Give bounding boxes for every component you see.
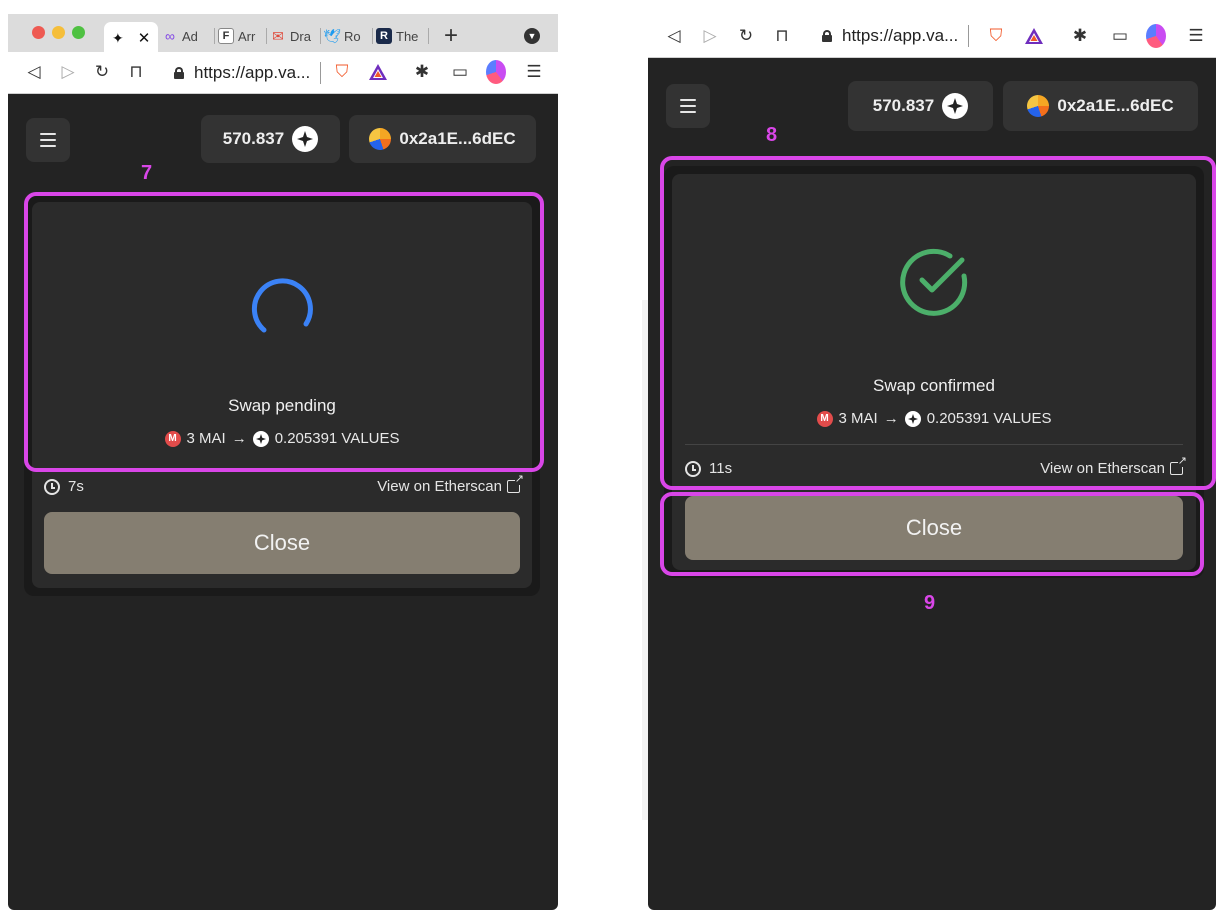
f-icon: F: [218, 28, 234, 44]
close-window-dot[interactable]: [32, 26, 45, 39]
profile-avatar-icon[interactable]: [486, 60, 506, 84]
hamburger-menu-button[interactable]: [666, 84, 710, 128]
balance-value: 570.837: [222, 129, 285, 148]
view-on-etherscan-link[interactable]: View on Etherscan: [377, 474, 524, 495]
twitter-icon: 🕊: [323, 27, 341, 44]
brave-rewards-icon[interactable]: [368, 62, 388, 82]
browser-window-confirmed: ◁ ▷ ↻ ⊓ https://app.va... ⛉ ✱ ▭ ☰ 570.83…: [648, 14, 1216, 910]
brave-rewards-icon[interactable]: [1024, 26, 1044, 46]
wallet-icon[interactable]: ▭: [1110, 26, 1130, 46]
tab-separator: [320, 28, 321, 44]
elapsed-time: 7s: [44, 478, 84, 495]
wallet-address: 0x2a1E...6dEC: [399, 129, 516, 148]
menu-bar: [40, 139, 56, 141]
lock-icon: [174, 67, 184, 79]
forward-icon[interactable]: ▷: [58, 62, 78, 82]
url-separator: [320, 62, 322, 84]
values-star-icon: ✦: [112, 29, 124, 46]
url-separator: [968, 25, 970, 47]
tab-separator: [266, 28, 267, 44]
forward-icon[interactable]: ▷: [700, 26, 720, 46]
close-button[interactable]: Close: [44, 512, 520, 574]
values-token-icon: [942, 93, 969, 119]
wallet-address: 0x2a1E...6dEC: [1057, 96, 1174, 115]
tab-separator: [372, 28, 373, 44]
maximize-window-dot[interactable]: [72, 26, 85, 39]
highlight-box-7: [24, 192, 544, 472]
tab-arr[interactable]: F Arr: [218, 22, 255, 50]
app-menu-icon[interactable]: ☰: [1186, 26, 1206, 46]
balance-pill[interactable]: 570.837: [201, 115, 340, 163]
lock-icon: [822, 30, 832, 42]
highlight-box-8: [660, 156, 1216, 490]
step-number-label: 8: [766, 124, 778, 146]
tab-ad[interactable]: ∞ Ad: [162, 22, 198, 50]
menu-bar: [680, 111, 696, 113]
balance-value: 570.837: [872, 96, 935, 115]
url-text: https://app.va...: [842, 26, 959, 45]
reload-icon[interactable]: ↻: [92, 62, 112, 82]
back-icon[interactable]: ◁: [24, 62, 44, 82]
app-menu-icon[interactable]: ☰: [524, 62, 544, 82]
tab-bar: ✦ ✕ ∞ Ad F Arr ✉ Dra 🕊 Ro R The + ▼: [8, 14, 558, 54]
brave-shield-icon[interactable]: ⛉: [986, 26, 1006, 46]
address-bar[interactable]: https://app.va...: [822, 20, 982, 52]
url-text: https://app.va...: [194, 63, 311, 82]
wallet-avatar-icon: [1027, 95, 1050, 117]
menu-bar: [40, 133, 56, 135]
wallet-address-pill[interactable]: 0x2a1E...6dEC: [1003, 81, 1198, 131]
browser-window-pending: ✦ ✕ ∞ Ad F Arr ✉ Dra 🕊 Ro R The + ▼ ◁ ▷ …: [8, 14, 558, 910]
back-icon[interactable]: ◁: [664, 26, 684, 46]
menu-bar: [40, 145, 56, 147]
hamburger-menu-button[interactable]: [26, 118, 70, 162]
tab-separator: [214, 28, 215, 44]
r-icon: R: [376, 28, 392, 44]
transaction-footer: 7s View on Etherscan: [44, 474, 524, 495]
new-tab-plus-icon[interactable]: +: [444, 22, 458, 50]
extensions-icon[interactable]: ✱: [1070, 26, 1090, 46]
wallet-avatar-icon: [369, 128, 392, 150]
menu-bar: [680, 99, 696, 101]
profile-avatar-icon[interactable]: [1146, 24, 1166, 48]
gmail-icon: ✉: [272, 27, 284, 44]
tab-dra[interactable]: ✉ Dra: [270, 22, 311, 50]
tab-label: Arr: [238, 28, 256, 44]
tab-search-icon[interactable]: ▼: [524, 22, 540, 50]
tab-values[interactable]: ✦ ✕: [104, 22, 159, 54]
reload-icon[interactable]: ↻: [736, 26, 756, 46]
address-bar[interactable]: https://app.va...: [174, 57, 329, 89]
nav-bar: ◁ ▷ ↻ ⊓ https://app.va... ⛉ ✱ ▭ ☰: [8, 52, 558, 94]
brave-shield-icon[interactable]: ⛉: [332, 62, 352, 82]
balance-pill[interactable]: 570.837: [848, 81, 993, 131]
step-number-label: 9: [924, 592, 936, 614]
etherscan-link-text: View on Etherscan: [377, 478, 502, 495]
external-link-icon: [507, 474, 524, 493]
tab-label: Ro: [344, 28, 361, 44]
tab-the[interactable]: R The: [376, 22, 418, 50]
nav-bar: ◁ ▷ ↻ ⊓ https://app.va... ⛉ ✱ ▭ ☰: [648, 14, 1216, 58]
tab-ro[interactable]: 🕊 Ro: [323, 22, 361, 50]
bookmark-icon[interactable]: ⊓: [772, 26, 792, 46]
step-number-label: 7: [141, 162, 153, 184]
extensions-icon[interactable]: ✱: [412, 62, 432, 82]
wallet-icon[interactable]: ▭: [450, 62, 470, 82]
bookmark-icon[interactable]: ⊓: [126, 62, 146, 82]
tab-close-icon[interactable]: ✕: [138, 29, 151, 47]
tab-label: Ad: [182, 28, 198, 44]
elapsed-value: 7s: [68, 478, 84, 495]
wallet-address-pill[interactable]: 0x2a1E...6dEC: [349, 115, 536, 163]
menu-bar: [680, 105, 696, 107]
clock-icon: [44, 478, 60, 495]
minimize-window-dot[interactable]: [52, 26, 65, 39]
tab-label: Dra: [290, 28, 311, 44]
polygon-icon: ∞: [165, 28, 175, 44]
highlight-box-9: [660, 492, 1204, 576]
tab-separator: [428, 28, 429, 44]
tab-label: The: [396, 28, 419, 44]
values-token-icon: [292, 126, 319, 152]
